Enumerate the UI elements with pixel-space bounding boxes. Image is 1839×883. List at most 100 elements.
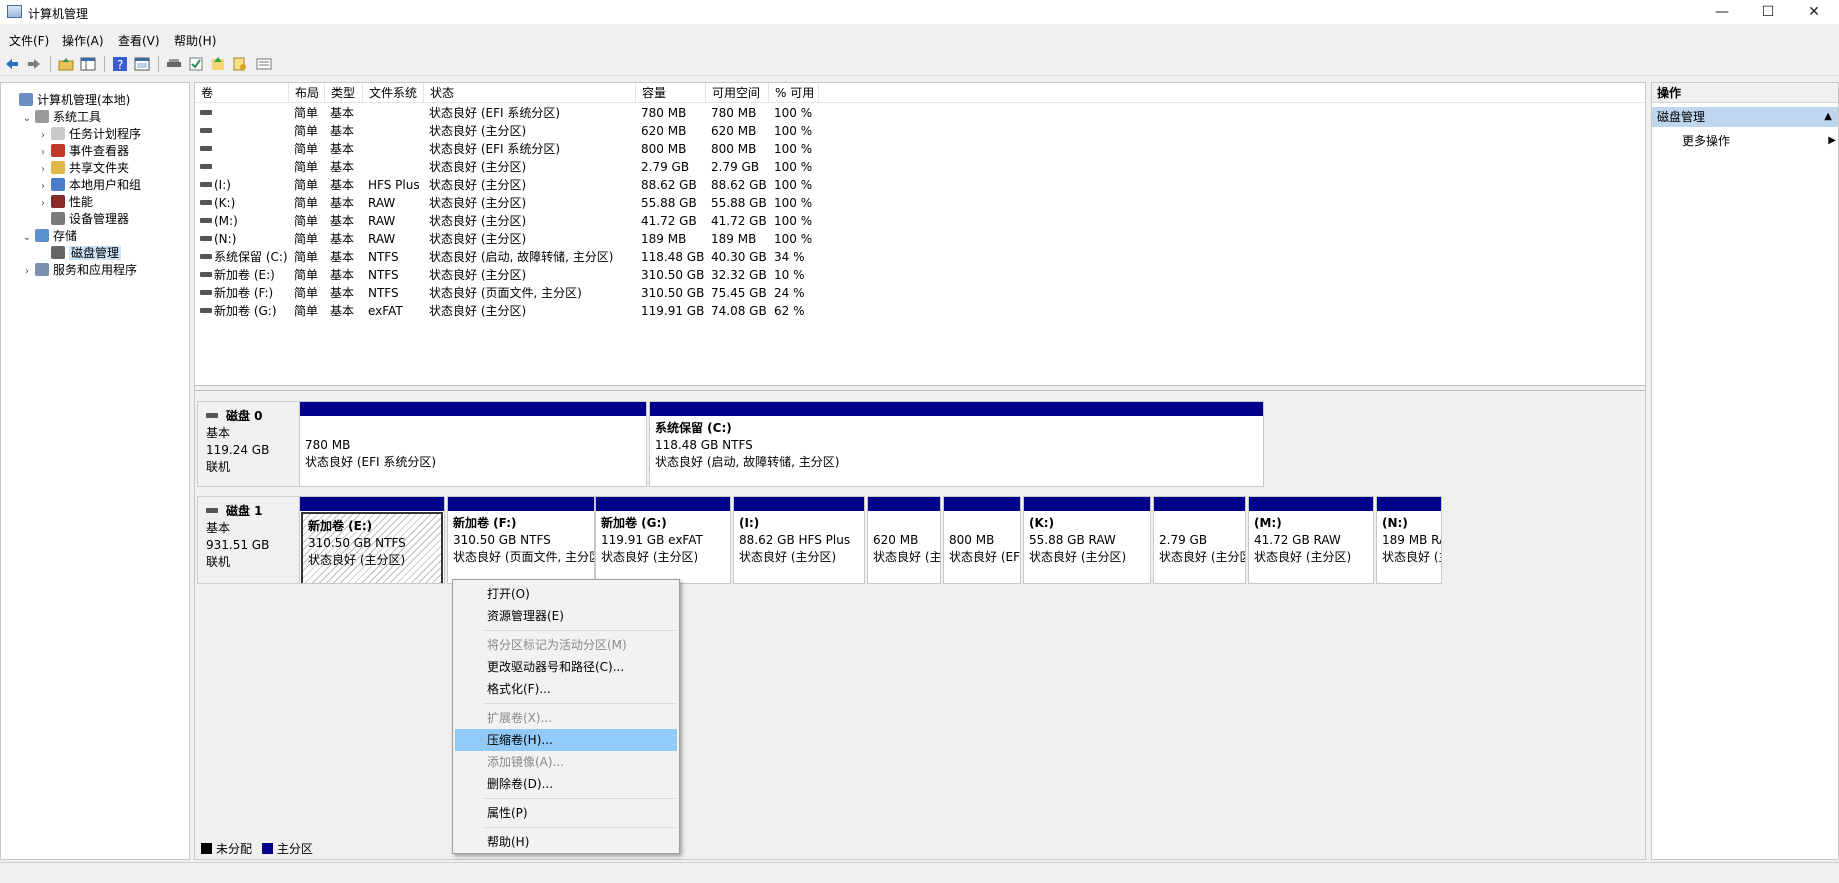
expanded-chevron-icon[interactable]: ⌄: [21, 229, 33, 247]
volume-name: 新加卷 (G:): [214, 304, 277, 318]
disk-status: 联机: [206, 555, 231, 569]
context-menu-item[interactable]: 帮助(H): [455, 831, 677, 853]
partition-title: [949, 515, 1015, 532]
table-row[interactable]: 简单 基本 状态良好 (主分区) 620 MB 620 MB 100 %: [195, 122, 1645, 140]
column-header[interactable]: 卷: [195, 83, 289, 103]
menu-help[interactable]: 帮助(H): [174, 32, 216, 49]
tree-item[interactable]: › 事件查看器: [37, 142, 129, 160]
tree-item[interactable]: ⌄ 系统工具: [21, 108, 101, 126]
column-header[interactable]: 布局: [289, 83, 325, 103]
table-cell: 基本: [330, 196, 355, 210]
disk-header[interactable]: 磁盘 1 基本 931.51 GB 联机: [197, 496, 309, 584]
column-header[interactable]: 容量: [636, 83, 706, 103]
partition-block[interactable]: 新加卷 (E:) 310.50 GB NTFS 状态良好 (主分区): [299, 496, 445, 584]
minimize-button[interactable]: —: [1699, 0, 1745, 24]
console-icon[interactable]: [134, 56, 150, 72]
column-header[interactable]: 文件系统: [363, 83, 424, 103]
partition-status: 状态良好 (主分区): [1029, 550, 1127, 564]
context-menu-item[interactable]: 删除卷(D)...: [455, 773, 677, 795]
tree-item[interactable]: › 任务计划程序: [37, 125, 141, 143]
table-row[interactable]: 简单 基本 状态良好 (EFI 系统分区) 780 MB 780 MB 100 %: [195, 104, 1645, 122]
collapse-arrow-icon[interactable]: ▲: [1824, 107, 1832, 127]
table-row[interactable]: (N:) 简单 基本 RAW 状态良好 (主分区) 189 MB 189 MB 100 %: [195, 230, 1645, 248]
partition-block[interactable]: (N:) 189 MB RA 状态良好 (主: [1376, 496, 1442, 584]
partition-block[interactable]: 620 MB 状态良好 (主分区): [867, 496, 941, 584]
menu-view[interactable]: 查看(V): [118, 32, 160, 49]
partition-block[interactable]: 新加卷 (F:) 310.50 GB NTFS 状态良好 (页面文件, 主分区): [447, 496, 595, 584]
table-row[interactable]: 新加卷 (F:) 简单 基本 NTFS 状态良好 (页面文件, 主分区) 310.50 G…: [195, 284, 1645, 302]
table-cell: 状态良好 (EFI 系统分区): [429, 106, 561, 120]
close-button[interactable]: ✕: [1791, 0, 1837, 24]
wizard-icon[interactable]: [210, 56, 226, 72]
more-actions-item[interactable]: 更多操作 ▶: [1682, 131, 1836, 151]
context-menu-item[interactable]: 属性(P): [455, 802, 677, 824]
table-row[interactable]: (M:) 简单 基本 RAW 状态良好 (主分区) 41.72 GB 41.72 GB 100…: [195, 212, 1645, 230]
tree-item[interactable]: › 性能: [37, 193, 93, 211]
table-row[interactable]: 简单 基本 状态良好 (主分区) 2.79 GB 2.79 GB 100 %: [195, 158, 1645, 176]
table-row[interactable]: 新加卷 (E:) 简单 基本 NTFS 状态良好 (主分区) 310.50 GB 32.32…: [195, 266, 1645, 284]
maximize-button[interactable]: ☐: [1745, 0, 1791, 24]
context-menu-item[interactable]: 格式化(F)...: [455, 678, 677, 700]
help-icon[interactable]: ?: [112, 56, 128, 72]
list-icon[interactable]: [256, 56, 272, 72]
expanded-chevron-icon[interactable]: ⌄: [21, 110, 33, 128]
partition-block[interactable]: 新加卷 (G:) 119.91 GB exFAT 状态良好 (主分区): [595, 496, 731, 584]
partition-title: (K:): [1029, 516, 1055, 530]
disk-header[interactable]: 磁盘 0 基本 119.24 GB 联机: [197, 401, 309, 487]
menu-action[interactable]: 操作(A): [62, 32, 104, 49]
column-header[interactable]: % 可用: [769, 83, 819, 103]
table-row[interactable]: (I:) 简单 基本 HFS Plus 状态良好 (主分区) 88.62 GB 88.62 …: [195, 176, 1645, 194]
context-menu-item[interactable]: 资源管理器(E): [455, 605, 677, 627]
disk-icon: [206, 413, 218, 418]
table-row[interactable]: 新加卷 (G:) 简单 基本 exFAT 状态良好 (主分区) 119.91 GB 74.0…: [195, 302, 1645, 320]
actions-section-disk-management[interactable]: 磁盘管理 ▲: [1652, 107, 1838, 127]
table-row[interactable]: (K:) 简单 基本 RAW 状态良好 (主分区) 55.88 GB 55.88 GB 100…: [195, 194, 1645, 212]
tree-item[interactable]: › 共享文件夹: [37, 159, 129, 177]
partition-block[interactable]: (I:) 88.62 GB HFS Plus 状态良好 (主分区): [733, 496, 865, 584]
tree-item[interactable]: ⌄ 存储: [21, 227, 77, 245]
disk-type: 基本: [206, 426, 231, 440]
context-menu-item[interactable]: 更改驱动器号和路径(C)...: [455, 656, 677, 678]
table-cell: 189 MB: [711, 232, 757, 246]
partition-type-bar: [1024, 497, 1150, 511]
partition-block[interactable]: 2.79 GB 状态良好 (主分区: [1153, 496, 1246, 584]
table-cell: 100 %: [774, 196, 813, 210]
tree-item-label: 本地用户和组: [69, 178, 142, 192]
tree-item[interactable]: 磁盘管理: [37, 244, 122, 262]
table-cell: (N:): [200, 230, 288, 248]
volume-icon: [200, 110, 212, 115]
toolbar-separator: [104, 56, 105, 72]
context-menu-item[interactable]: 压缩卷(H)...: [455, 729, 677, 751]
column-header[interactable]: 状态: [424, 83, 636, 103]
table-cell: 新加卷 (F:): [200, 284, 288, 302]
properties-icon[interactable]: [232, 56, 248, 72]
collapsed-chevron-icon[interactable]: ›: [21, 263, 33, 281]
table-cell: 100 %: [774, 232, 813, 246]
show-hide-tree-icon[interactable]: [80, 56, 96, 72]
partition-block[interactable]: 800 MB 状态良好 (EFI: [943, 496, 1021, 584]
tree-item[interactable]: 计算机管理(本地): [5, 91, 130, 109]
partition-title: 系统保留 (C:): [655, 421, 732, 435]
up-folder-icon[interactable]: [58, 56, 74, 72]
table-cell: RAW: [368, 196, 396, 210]
forward-arrow-icon[interactable]: [26, 56, 42, 72]
tree-item[interactable]: › 本地用户和组: [37, 176, 141, 194]
context-menu: 打开(O) 资源管理器(E) 将分区标记为活动分区(M) 更改驱动器号和路径(C)..…: [452, 579, 680, 854]
back-arrow-icon[interactable]: [4, 56, 20, 72]
disk-icon[interactable]: [166, 56, 182, 72]
check-icon[interactable]: [188, 56, 204, 72]
table-row[interactable]: 系统保留 (C:) 简单 基本 NTFS 状态良好 (启动, 故障转储, 主分区) 118…: [195, 248, 1645, 266]
context-menu-item[interactable]: 打开(O): [455, 583, 677, 605]
partition-block[interactable]: 系统保留 (C:) 118.48 GB NTFS 状态良好 (启动, 故障转储, 主…: [649, 401, 1264, 487]
table-row[interactable]: 简单 基本 状态良好 (EFI 系统分区) 800 MB 800 MB 100 %: [195, 140, 1645, 158]
column-header[interactable]: 类型: [325, 83, 363, 103]
column-header[interactable]: 可用空间: [706, 83, 769, 103]
menu-file[interactable]: 文件(F): [9, 32, 49, 49]
partition-block[interactable]: (K:) 55.88 GB RAW 状态良好 (主分区): [1023, 496, 1151, 584]
actions-section-label: 磁盘管理: [1657, 110, 1706, 124]
table-cell: 基本: [330, 160, 355, 174]
tree-item[interactable]: › 服务和应用程序: [21, 261, 137, 279]
partition-block[interactable]: (M:) 41.72 GB RAW 状态良好 (主分区): [1248, 496, 1374, 584]
partition-block[interactable]: 780 MB 状态良好 (EFI 系统分区): [299, 401, 647, 487]
tree-item[interactable]: 设备管理器: [37, 210, 129, 228]
